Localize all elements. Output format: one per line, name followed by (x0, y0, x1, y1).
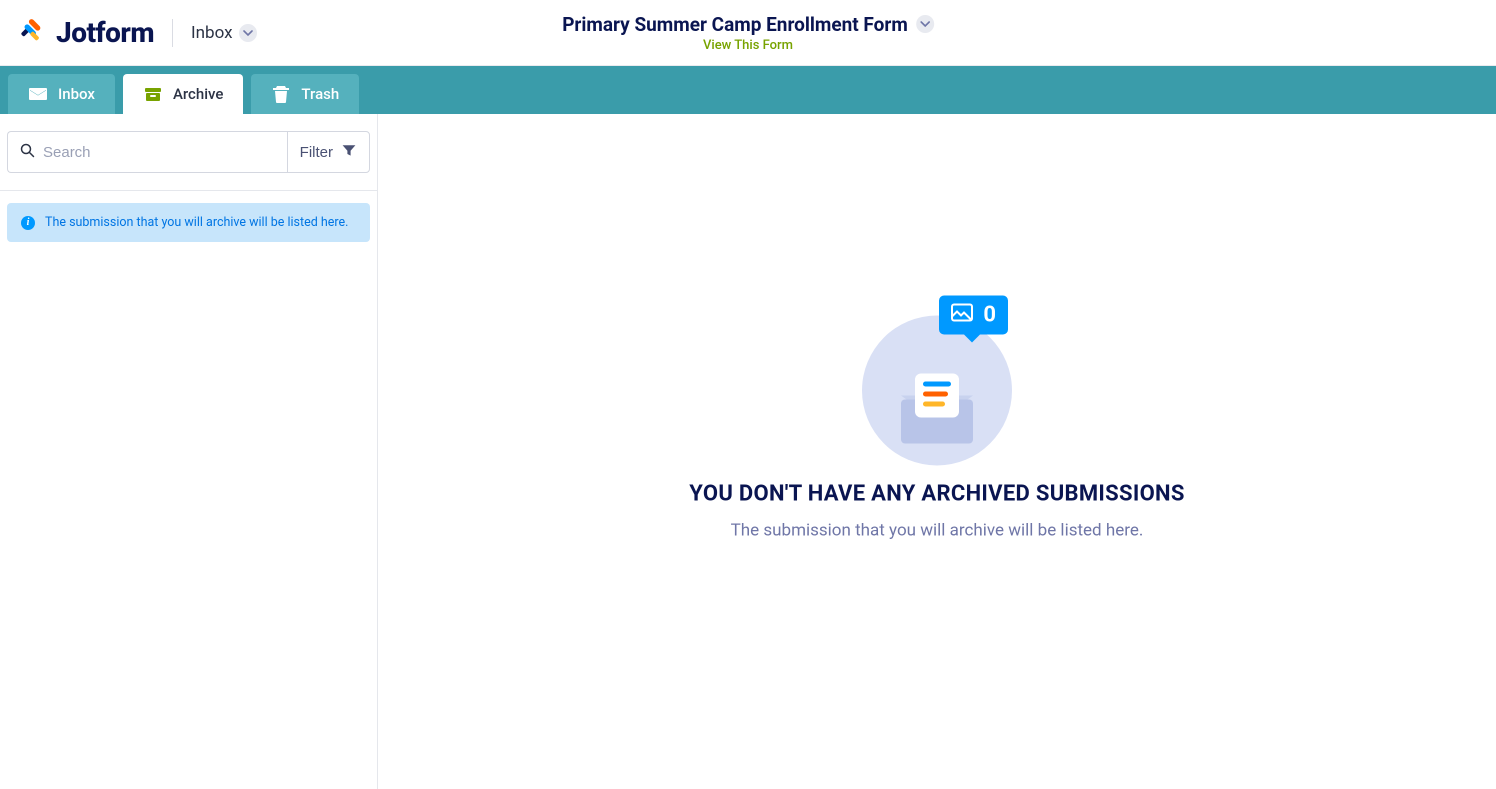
section-dropdown[interactable]: Inbox (191, 23, 257, 43)
section-label: Inbox (191, 23, 233, 43)
search-icon (20, 143, 35, 162)
content-area: Filter i The submission that you will ar… (0, 114, 1496, 789)
search-input-wrap[interactable] (7, 131, 287, 173)
logo-icon (18, 17, 46, 49)
chevron-down-icon (916, 15, 934, 33)
empty-title: YOU DON'T HAVE ANY ARCHIVED SUBMISSIONS (587, 481, 1287, 506)
chevron-down-icon (239, 24, 257, 42)
search-input[interactable] (43, 144, 275, 161)
badge-count: 0 (983, 302, 996, 327)
app-header: Jotform Inbox Primary Summer Camp Enroll… (0, 0, 1496, 66)
trash-icon (271, 84, 291, 104)
count-badge: 0 (939, 295, 1008, 334)
tab-label: Archive (173, 85, 223, 103)
main-panel: 0 YOU DON'T HAVE ANY ARCHIVED SUBMISSION… (378, 114, 1496, 789)
filter-icon (341, 142, 357, 162)
header-center: Primary Summer Camp Enrollment Form View… (562, 13, 934, 53)
sidebar-toolbar: Filter (0, 114, 377, 191)
filter-button[interactable]: Filter (287, 131, 370, 173)
image-icon (951, 302, 973, 327)
empty-subtitle: The submission that you will archive wil… (587, 520, 1287, 540)
envelope-icon (901, 389, 973, 443)
brand-logo[interactable]: Jotform (18, 16, 154, 49)
form-title: Primary Summer Camp Enrollment Form (562, 13, 908, 36)
tab-label: Trash (301, 85, 339, 103)
tab-inbox[interactable]: Inbox (8, 74, 115, 114)
info-banner: i The submission that you will archive w… (7, 203, 370, 242)
view-form-link[interactable]: View This Form (562, 38, 934, 53)
brand-name: Jotform (56, 16, 154, 49)
filter-label: Filter (300, 144, 333, 161)
empty-state: 0 YOU DON'T HAVE ANY ARCHIVED SUBMISSION… (587, 295, 1287, 540)
tabs-bar: Inbox Archive Trash (0, 66, 1496, 114)
info-icon: i (21, 216, 35, 230)
sidebar: Filter i The submission that you will ar… (0, 114, 378, 789)
empty-illustration: 0 (862, 295, 1012, 465)
form-title-dropdown[interactable]: Primary Summer Camp Enrollment Form (562, 13, 934, 36)
header-divider (172, 19, 173, 47)
archive-icon (143, 84, 163, 104)
tab-label: Inbox (58, 85, 95, 103)
tab-trash[interactable]: Trash (251, 74, 359, 114)
tab-archive[interactable]: Archive (123, 74, 243, 114)
inbox-icon (28, 84, 48, 104)
info-message: The submission that you will archive wil… (45, 215, 348, 230)
